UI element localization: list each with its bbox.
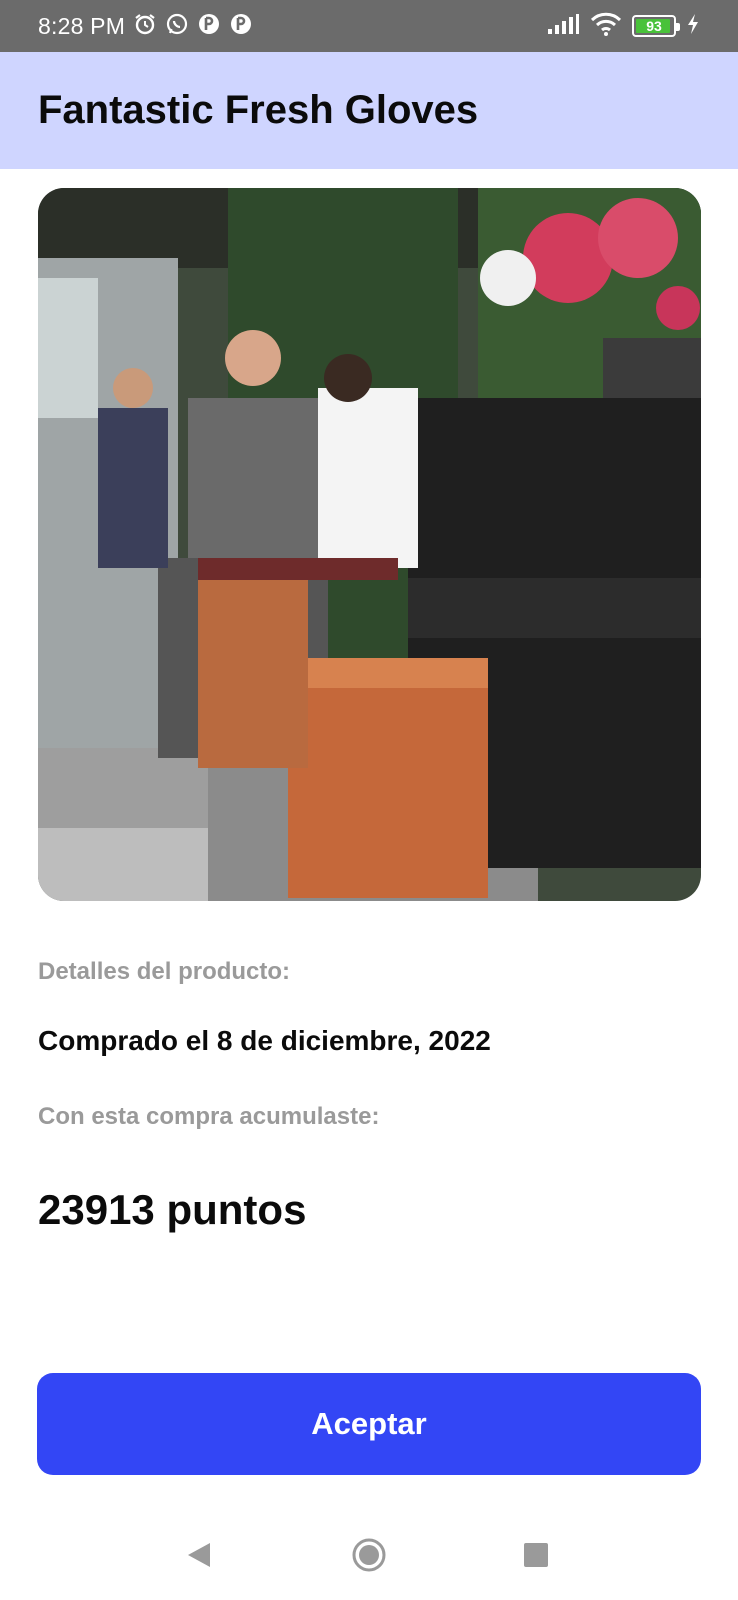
home-icon[interactable] (339, 1510, 399, 1600)
purchase-date: Comprado el 8 de diciembre, 2022 (38, 1025, 491, 1056)
page-title: Fantastic Fresh Gloves (38, 88, 479, 132)
alarm-icon (133, 12, 157, 41)
app-notification-icon (229, 12, 253, 41)
wifi-icon (590, 12, 622, 41)
battery-level: 93 (646, 18, 662, 34)
whatsapp-icon (165, 12, 189, 41)
charging-icon (686, 13, 700, 40)
battery-icon: 93 (632, 15, 680, 37)
signal-icon (546, 13, 580, 40)
points-value: 23913 puntos (38, 1186, 307, 1233)
recents-icon[interactable] (506, 1510, 566, 1600)
status-bar: 8:28 PM 93 (0, 0, 738, 52)
navigation-bar (0, 1510, 738, 1600)
status-time: 8:28 PM (38, 12, 126, 39)
status-icons-right: 93 (546, 12, 700, 41)
points-label: Con esta compra acumulaste: (38, 1103, 380, 1130)
details-label: Detalles del producto: (38, 958, 291, 985)
product-photo (38, 188, 701, 901)
app-notification-icon (197, 12, 221, 41)
back-icon[interactable] (169, 1510, 229, 1600)
battery-tip (676, 23, 680, 31)
accept-button[interactable]: Aceptar (37, 1373, 701, 1475)
product-image (38, 188, 701, 901)
status-icons-left (133, 12, 253, 41)
app-bar: Fantastic Fresh Gloves (0, 52, 738, 169)
